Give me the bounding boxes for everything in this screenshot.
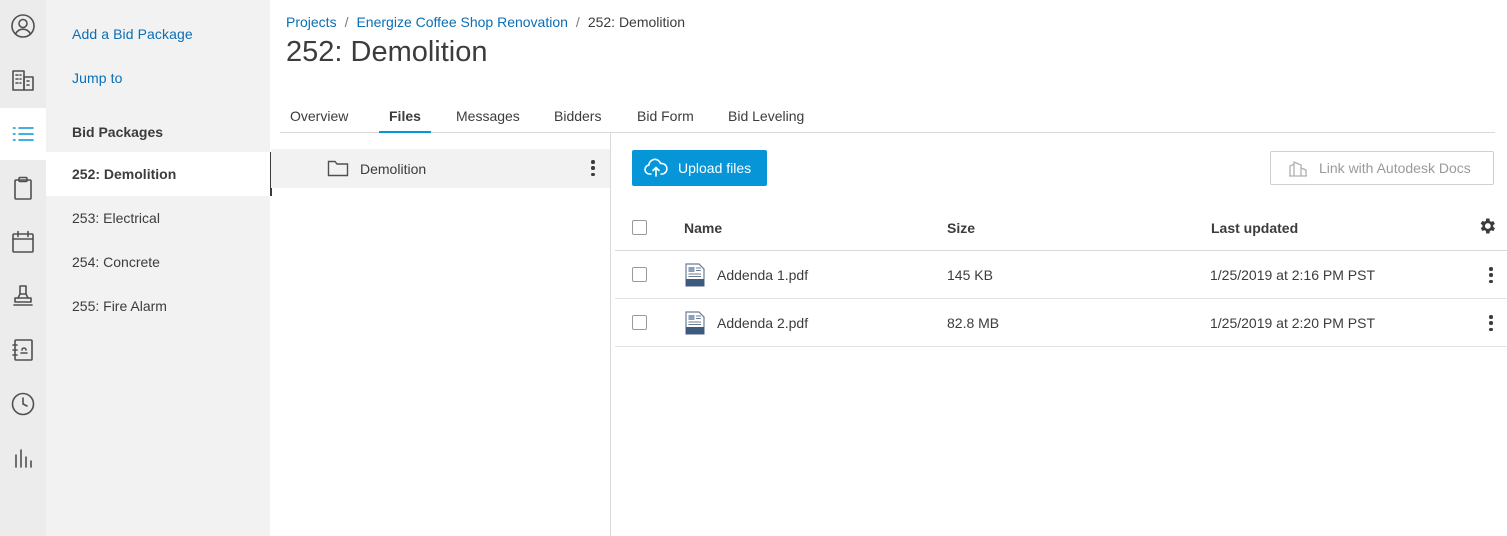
column-header-name[interactable]: Name [684,220,722,236]
file-last-updated: 1/25/2019 at 2:16 PM PST [1210,267,1375,283]
table-row[interactable]: Addenda 2.pdf 82.8 MB 1/25/2019 at 2:20 … [615,299,1507,347]
tab-bid-leveling[interactable]: Bid Leveling [718,108,814,133]
select-all-checkbox[interactable] [632,220,647,235]
sidebar-item-255-fire-alarm[interactable]: 255: Fire Alarm [46,284,270,328]
clock-icon [11,392,35,416]
tab-files[interactable]: Files [379,108,431,133]
folder-name: Demolition [360,161,427,177]
rail-bid-packages[interactable] [0,108,46,160]
icon-rail [0,0,46,536]
rail-stamp[interactable] [0,270,46,322]
upload-files-button[interactable]: Upload files [632,150,767,186]
building-icon [12,70,34,91]
row-more-icon[interactable] [1483,313,1499,333]
table-row[interactable]: Addenda 1.pdf 145 KB 1/25/2019 at 2:16 P… [615,251,1507,299]
file-size: 145 KB [947,267,993,283]
column-header-size[interactable]: Size [947,220,975,236]
tab-overview[interactable]: Overview [280,108,358,133]
folder-panel: Demolition [271,133,611,536]
sidebar-item-252-demolition[interactable]: 252: Demolition [46,152,272,196]
breadcrumb-separator: / [575,14,580,30]
calendar-icon [12,230,34,253]
folder-icon [327,159,349,182]
pdf-file-icon [685,311,705,335]
stamp-icon [13,285,33,306]
add-bid-package-link[interactable]: Add a Bid Package [72,26,193,42]
upload-files-label: Upload files [678,160,752,176]
page-title: 252: Demolition [286,36,488,68]
link-docs-icon [1289,161,1307,177]
rail-profile[interactable] [0,0,46,52]
rail-projects[interactable] [0,54,46,106]
breadcrumb-separator: / [344,14,349,30]
column-header-last-updated[interactable]: Last updated [1211,220,1298,236]
sidebar-item-254-concrete[interactable]: 254: Concrete [46,240,270,284]
rail-history[interactable] [0,378,46,430]
breadcrumb-projects[interactable]: Projects [286,14,337,30]
table-header: Name Size Last updated [615,203,1507,251]
folder-row[interactable]: Demolition [271,149,610,188]
user-circle-icon [11,14,35,38]
jump-to-link[interactable]: Jump to [72,70,123,86]
sidebar-item-253-electrical[interactable]: 253: Electrical [46,196,270,240]
tab-bidders[interactable]: Bidders [544,108,611,133]
row-more-icon[interactable] [1483,265,1499,285]
tab-messages[interactable]: Messages [446,108,530,133]
link-autodesk-docs-label: Link with Autodesk Docs [1319,160,1471,176]
cloud-upload-icon [644,158,668,177]
clipboard-icon [14,176,32,200]
bid-package-sidebar: Add a Bid Package Jump to Bid Packages 2… [46,0,272,536]
breadcrumb-project[interactable]: Energize Coffee Shop Renovation [356,14,567,30]
folder-more-icon[interactable] [585,158,601,178]
row-checkbox[interactable] [632,315,647,330]
rail-notebook[interactable] [0,324,46,376]
list-icon [12,127,34,141]
file-last-updated: 1/25/2019 at 2:20 PM PST [1210,315,1375,331]
notebook-icon [12,339,33,361]
breadcrumb-current: 252: Demolition [587,14,686,30]
link-autodesk-docs-button[interactable]: Link with Autodesk Docs [1270,151,1494,185]
row-checkbox[interactable] [632,267,647,282]
pdf-file-icon [685,263,705,287]
files-table: Name Size Last updated Addenda 1.pdf 145… [615,203,1507,347]
file-name[interactable]: Addenda 1.pdf [717,267,808,283]
tab-bid-form[interactable]: Bid Form [627,108,704,133]
gear-icon[interactable] [1477,216,1497,236]
tab-bar: Overview Files Messages Bidders Bid Form… [280,100,1495,133]
file-size: 82.8 MB [947,315,1000,331]
bid-packages-heading: Bid Packages [72,124,164,140]
bar-chart-icon [15,449,32,468]
file-name[interactable]: Addenda 2.pdf [717,315,808,331]
rail-clipboard[interactable] [0,162,46,214]
rail-calendar[interactable] [0,216,46,268]
rail-reports[interactable] [0,432,46,484]
breadcrumb: Projects / Energize Coffee Shop Renovati… [286,14,685,30]
